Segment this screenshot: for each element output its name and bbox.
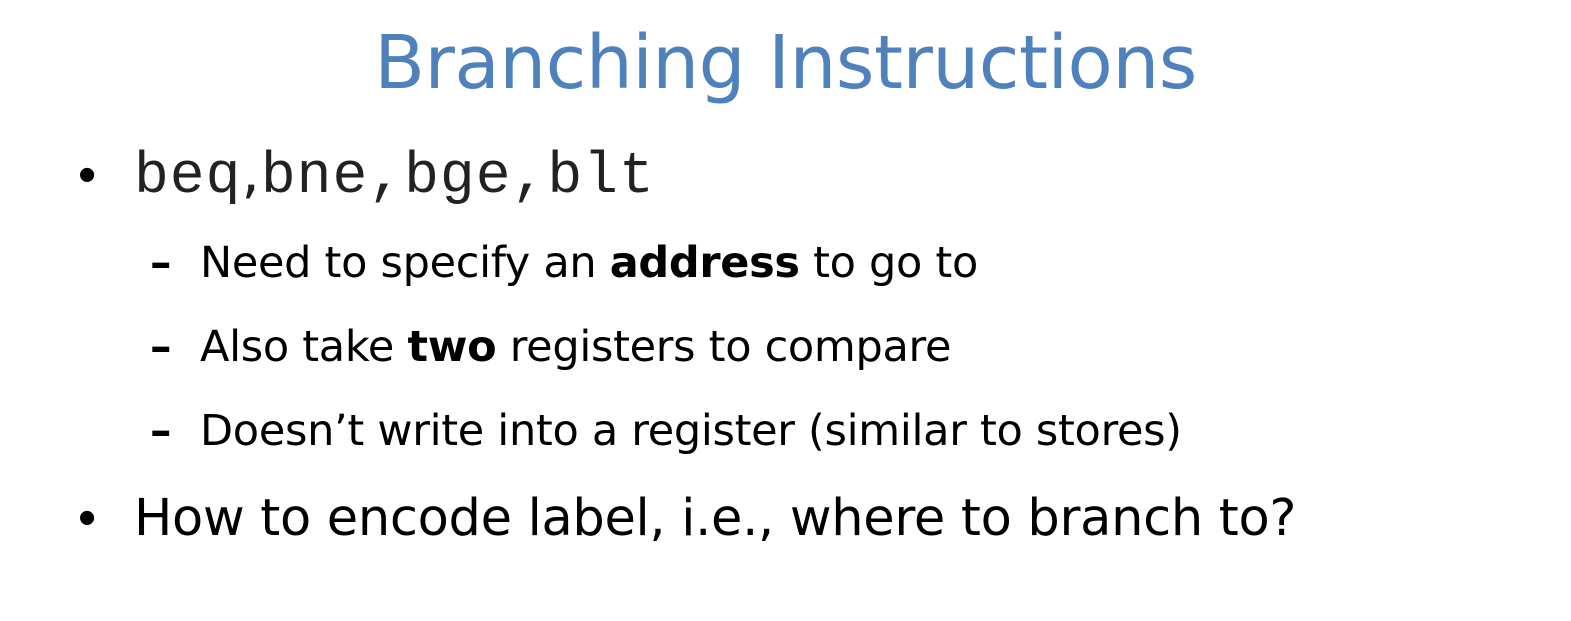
instruction-beq: beq <box>134 145 242 210</box>
sub-bullet-text: Doesn’t write into a register (similar t… <box>200 406 1182 456</box>
sub-bullet-marker: – <box>150 238 172 288</box>
sub-bullet-no-write: – Doesn’t write into a register (similar… <box>150 406 1182 456</box>
slide: Branching Instructions • beq,bne,bge,blt… <box>0 0 1571 621</box>
sub-bullet-text-bold: address <box>609 238 800 288</box>
sub-bullet-text-post: registers to compare <box>496 322 952 372</box>
sub-bullet-text-pre: Need to specify an <box>200 238 610 288</box>
bullet-marker: • <box>78 489 97 547</box>
instruction-blt: blt <box>547 145 655 210</box>
instruction-bne: bne <box>260 145 369 210</box>
sub-bullet-marker: – <box>150 406 172 456</box>
bullet-text: How to encode label, i.e., where to bran… <box>134 489 1297 548</box>
sub-bullet-text: Need to specify an address to go to <box>200 238 978 288</box>
sub-bullet-registers: – Also take two registers to compare <box>150 322 951 372</box>
sub-bullet-address: – Need to specify an address to go to <box>150 238 978 288</box>
separator: , <box>368 145 405 210</box>
bullet-branch-instructions: • beq,bne,bge,blt <box>78 138 655 210</box>
slide-title: Branching Instructions <box>374 20 1197 106</box>
sub-bullet-text-bold: two <box>407 322 497 372</box>
separator: , <box>511 145 548 210</box>
sub-bullet-text-pre: Also take <box>200 322 408 372</box>
sub-bullet-text: Also take two registers to compare <box>200 322 951 372</box>
bullet-encode-label: • How to encode label, i.e., where to br… <box>78 488 1296 548</box>
instruction-bge: bge <box>404 145 512 210</box>
sub-bullet-marker: – <box>150 322 172 372</box>
separator: , <box>241 138 261 206</box>
instruction-list: beq,bne,bge,blt <box>134 138 655 210</box>
bullet-marker: • <box>78 146 97 204</box>
sub-bullet-text-post: to go to <box>799 238 978 288</box>
